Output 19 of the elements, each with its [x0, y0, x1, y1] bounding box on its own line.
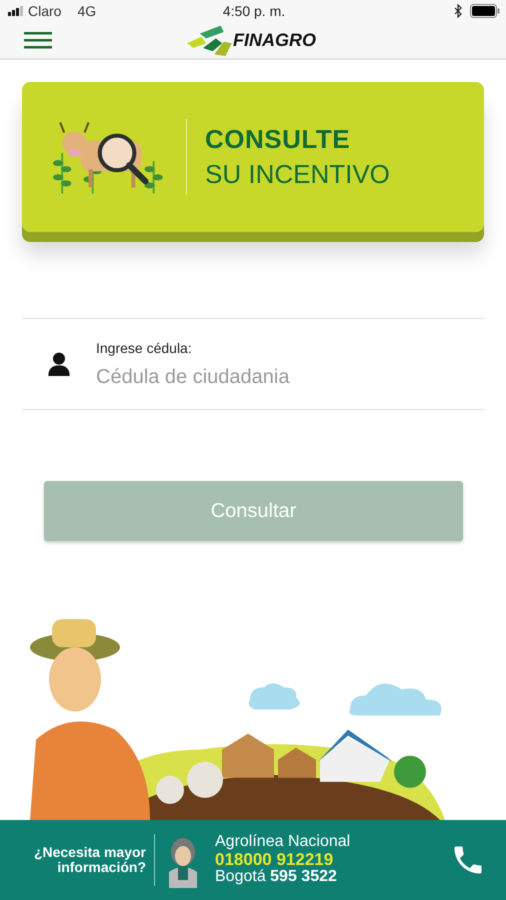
local-number: Bogotá 595 3522: [215, 868, 338, 886]
clock-time: 4:50 p. m.: [222, 3, 286, 19]
helpline-name: Agrolínea Nacional: [215, 834, 352, 852]
bluetooth-icon: [454, 4, 462, 18]
helpline-banner[interactable]: ¿Necesita mayor información? Agrolínea Nacional 018000 912219 Bogotá 595 3522: [0, 820, 506, 900]
field-label: Ingrese cédula:: [96, 340, 193, 356]
incentive-banner[interactable]: CONSULTE SU INCENTIVO: [22, 82, 484, 232]
battery-icon: [470, 4, 500, 18]
menu-button[interactable]: [24, 31, 52, 49]
carrier-name: Claro: [28, 3, 62, 19]
id-input-field[interactable]: Cédula de ciudadania: [96, 366, 396, 388]
banner-title: CONSULTE: [205, 124, 352, 155]
help-question: ¿Necesita mayor información?: [32, 844, 146, 876]
person-icon: [48, 352, 70, 376]
network-type: 4G: [77, 3, 96, 19]
logo-text: FINAGRO: [233, 30, 316, 50]
toll-free-number: 018000 912219: [215, 851, 334, 869]
banner-subtitle: SU INCENTIVO: [205, 159, 390, 190]
signal-icon: [8, 6, 24, 16]
